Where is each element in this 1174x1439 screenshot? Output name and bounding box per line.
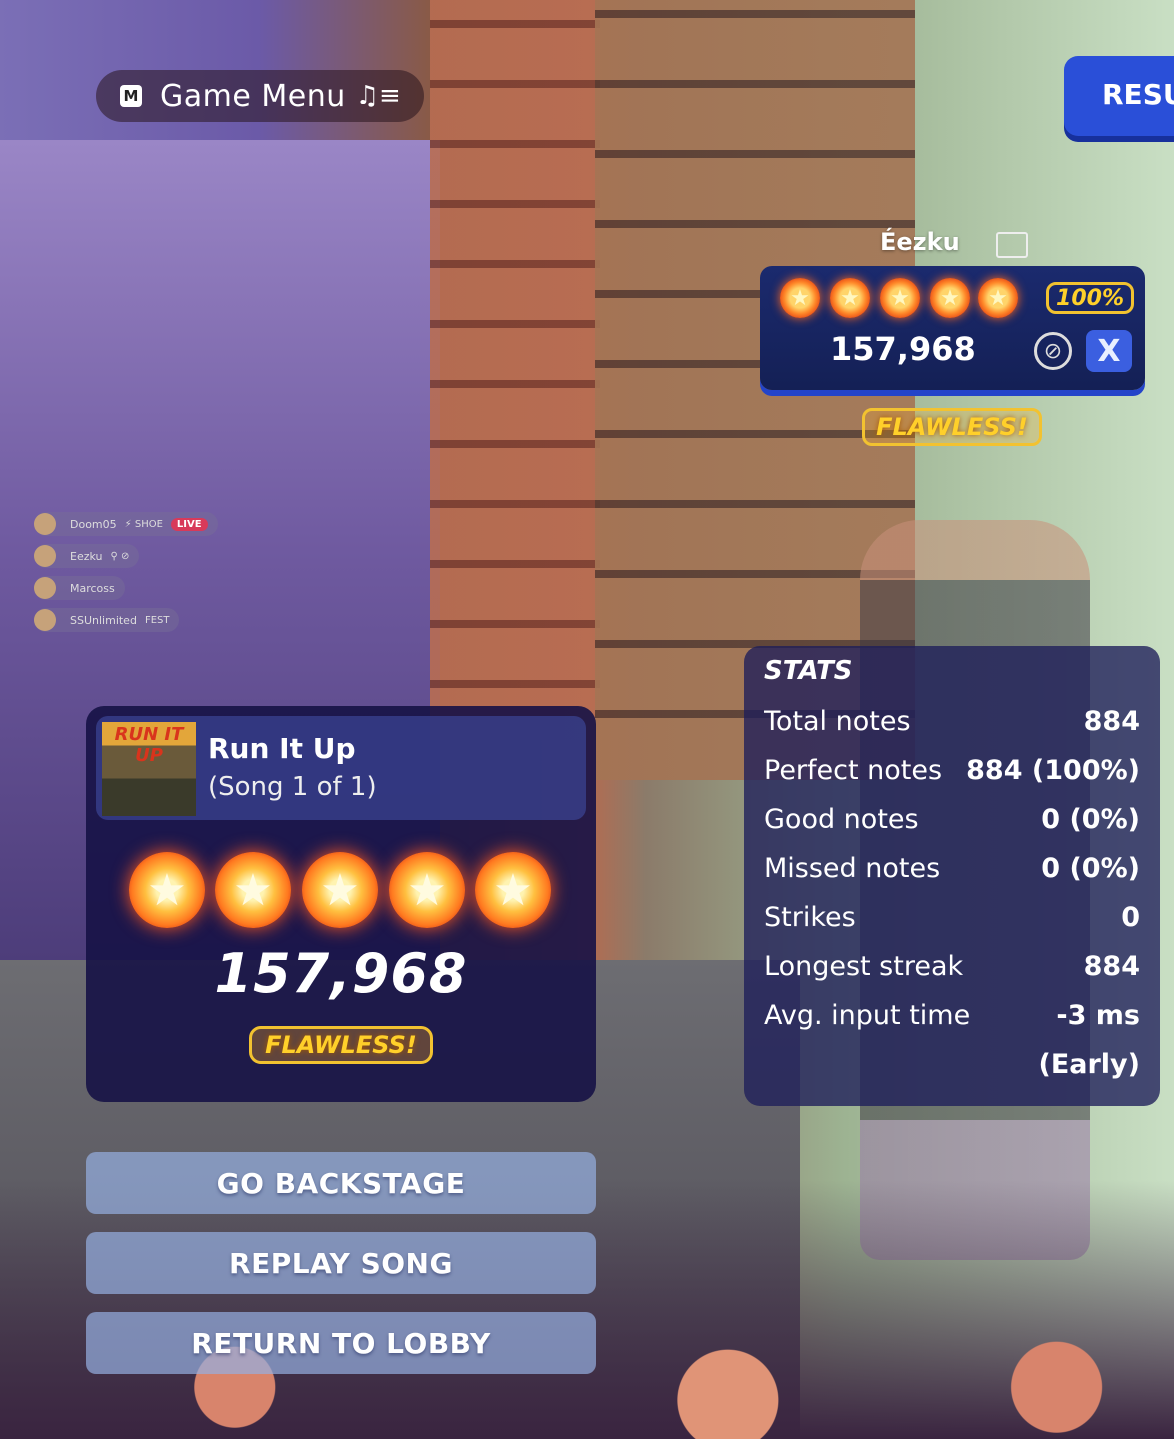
stat-row: Longest streak 884 [764,951,1140,991]
song-counter: (Song 1 of 1) [208,772,377,802]
stat-value: (Early) [1038,1049,1140,1080]
star-icon: ★ [215,852,291,928]
party-member: Marcoss [34,576,125,600]
stat-value: -3 ms [1056,1000,1140,1031]
song-title: Run It Up [208,732,356,765]
return-to-lobby-button[interactable]: RETURN TO LOBBY [86,1312,596,1374]
no-fail-icon: ⊘ [1034,332,1072,370]
star-icon: ★ [880,278,920,318]
stat-label: Longest streak [764,951,964,982]
party-member-name: SSUnlimited [70,613,137,627]
star-icon: ★ [930,278,970,318]
go-backstage-button[interactable]: GO BACKSTAGE [86,1152,596,1214]
party-member: SSUnlimited FEST [34,608,180,632]
crowd [0,1180,1174,1439]
stat-label: Good notes [764,804,919,835]
accuracy-badge: 100% [1046,282,1134,314]
party-member: Eezku ⚲ ⊘ [34,544,140,568]
party-member-tag: ⚡ SHOE [124,518,163,530]
stat-row: (Early) [764,1049,1140,1089]
stat-row: Missed notes 0 (0%) [764,853,1140,893]
game-menu-button[interactable]: M Game Menu ♫≡ [96,70,424,122]
player-name: Éezku [880,228,960,256]
avatar [34,609,56,631]
star-icon: ★ [475,852,551,928]
song-score: 157,968 [214,942,468,1005]
party-member-name: Eezku [70,549,103,563]
stat-label: Perfect notes [764,755,943,786]
star-icon: ★ [389,852,465,928]
stat-row: Good notes 0 (0%) [764,804,1140,844]
stat-row: Total notes 884 [764,706,1140,746]
results-tab[interactable]: RESU [1064,56,1174,136]
stat-label: Missed notes [764,853,941,884]
album-art-text: RUN IT UP [114,724,184,766]
replay-song-button[interactable]: REPLAY SONG [86,1232,596,1294]
party-member-tag: FEST [144,614,170,626]
star-icon: ★ [780,278,820,318]
album-art: RUN IT UP [102,722,196,816]
stats-title: STATS [764,656,853,686]
avatar [34,513,56,535]
music-queue-icon: ♫≡ [355,81,401,111]
stat-row: Strikes 0 [764,902,1140,942]
song-header: RUN IT UP Run It Up (Song 1 of 1) [96,716,586,820]
star-icon: ★ [830,278,870,318]
stat-value: 0 (0%) [1041,804,1140,835]
game-menu-label: Game Menu [160,78,346,114]
live-badge: LIVE [170,517,208,531]
close-button[interactable]: X [1086,330,1132,372]
party-member-name: Doom05 [70,517,117,531]
stat-label: Strikes [764,902,856,933]
avatar [34,577,56,599]
stat-value: 0 (0%) [1041,853,1140,884]
background-bricks [430,0,600,740]
stat-row: Perfect notes 884 (100%) [764,755,1140,795]
mic-muted-icon: ⚲ ⊘ [110,550,130,562]
party-member-name: Marcoss [70,581,115,595]
party-list: Doom05 ⚡ SHOE LIVE Eezku ⚲ ⊘ Marcoss SSU… [34,512,218,640]
m-key-icon: M [120,85,142,107]
stat-value: 884 [1083,951,1140,982]
party-member: Doom05 ⚡ SHOE LIVE [34,512,218,536]
song-result-card: RUN IT UP Run It Up (Song 1 of 1) ★ ★ ★ … [86,706,596,1102]
player-score-card: ★ ★ ★ ★ ★ 100% 157,968 ⊘ X [760,266,1145,390]
flawless-badge: FLAWLESS! [249,1026,433,1064]
stat-label: Avg. input time [764,1000,969,1031]
star-icon: ★ [129,852,205,928]
stat-row: Avg. input time -3 ms [764,1000,1140,1040]
star-icon: ★ [978,278,1018,318]
stat-label: Total notes [764,706,911,737]
stat-value: 884 (100%) [966,755,1140,786]
stats-panel: STATS Total notes 884 Perfect notes 884 … [744,646,1160,1106]
star-icon: ★ [302,852,378,928]
flawless-badge: FLAWLESS! [862,408,1042,446]
stat-value: 0 [1121,902,1140,933]
pc-platform-icon [996,232,1028,258]
stat-value: 884 [1083,706,1140,737]
player-score: 157,968 [830,330,976,368]
results-tab-label: RESU [1102,78,1174,111]
avatar [34,545,56,567]
